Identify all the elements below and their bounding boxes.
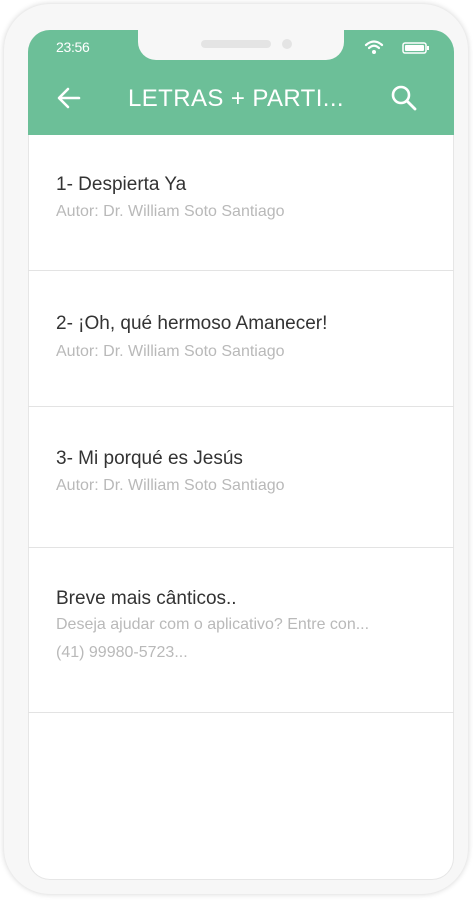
phone-notch (138, 30, 344, 60)
notice-phone: (41) 99980-5723... (56, 644, 188, 661)
song-title: 3- Mi porqué es Jesús (56, 448, 243, 469)
song-item-1[interactable]: 1- Despierta Ya Autor: Dr. William Soto … (28, 135, 454, 271)
search-button[interactable] (390, 84, 418, 117)
song-item-3[interactable]: 3- Mi porqué es Jesús Autor: Dr. William… (28, 407, 454, 548)
search-icon (391, 85, 417, 111)
app-bar: 23:56 LETRAS + PARTI... (28, 30, 454, 135)
notice-text: Deseja ajudar com o aplicativo? Entre co… (56, 616, 370, 633)
battery-icon (402, 41, 430, 59)
status-time: 23:56 (56, 39, 90, 55)
app-screen: 23:56 LETRAS + PARTI... 1- Despierta Ya … (28, 30, 454, 880)
song-author: Autor: Dr. William Soto Santiago (56, 343, 285, 360)
song-author: Autor: Dr. William Soto Santiago (56, 203, 285, 220)
speaker-grille (201, 40, 271, 48)
phone-frame: 23:56 LETRAS + PARTI... 1- Despierta Ya … (4, 4, 468, 894)
song-title: 2- ¡Oh, qué hermoso Amanecer! (56, 313, 328, 334)
wifi-icon (364, 39, 384, 60)
arrow-left-icon (57, 87, 81, 109)
front-camera (282, 39, 292, 49)
back-button[interactable] (56, 85, 82, 116)
notice-title: Breve mais cânticos.. (56, 588, 237, 609)
song-author: Autor: Dr. William Soto Santiago (56, 477, 285, 494)
song-list: 1- Despierta Ya Autor: Dr. William Soto … (28, 135, 454, 713)
notice-item[interactable]: Breve mais cânticos.. Deseja ajudar com … (28, 548, 454, 713)
page-title: LETRAS + PARTI... (128, 85, 344, 112)
song-title: 1- Despierta Ya (56, 174, 187, 195)
song-item-2[interactable]: 2- ¡Oh, qué hermoso Amanecer! Autor: Dr.… (28, 271, 454, 407)
